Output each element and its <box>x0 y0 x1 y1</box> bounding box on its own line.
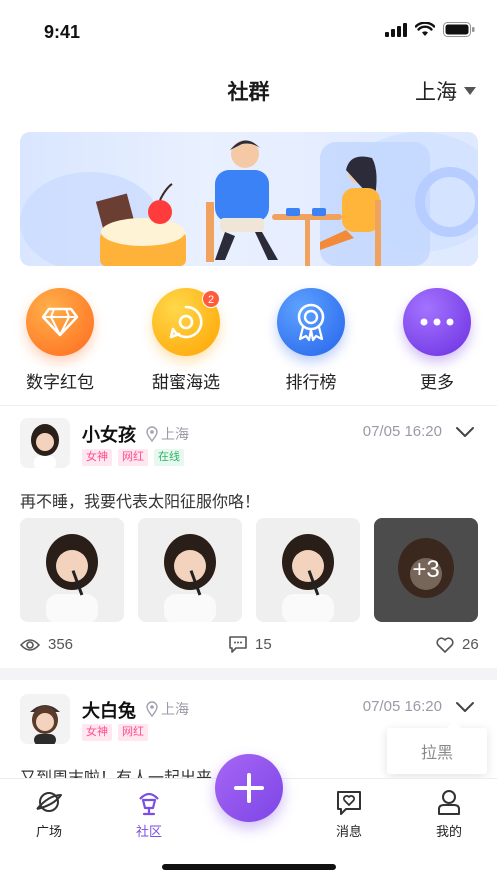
comments-count: 15 <box>255 636 272 653</box>
create-post-button[interactable] <box>215 754 283 822</box>
home-indicator <box>162 864 336 870</box>
post-text: 再不睡，我要代表太阳征服你咯！ <box>20 494 261 511</box>
tab-label: 广场 <box>35 824 62 839</box>
tag-list: 女神 网红 <box>82 724 148 741</box>
location-pin-icon <box>146 701 158 717</box>
quick-item-red-packet[interactable]: 数字红包 <box>5 288 115 393</box>
community-icon <box>139 792 159 816</box>
post-options-menu: 拉黑 <box>387 721 487 774</box>
tab-profile[interactable]: 我的 <box>419 787 479 840</box>
notification-badge: 2 <box>202 290 220 308</box>
nav-bar: 社群 上海 <box>0 60 497 120</box>
post-photo-more[interactable]: +3 <box>374 518 478 622</box>
caret-down-icon <box>464 87 476 95</box>
quick-item-sweet-pick[interactable]: 2 甜蜜海选 <box>131 288 241 393</box>
tab-label: 我的 <box>435 824 462 839</box>
chat-target-icon: 2 <box>152 288 220 356</box>
tag-influencer: 网红 <box>118 449 148 466</box>
block-user-option[interactable]: 拉黑 <box>421 739 453 763</box>
heart-icon <box>436 636 454 653</box>
location-text: 上海 <box>161 701 189 717</box>
post-location: 上海 <box>146 699 189 719</box>
quick-label: 数字红包 <box>26 373 94 392</box>
tab-label: 消息 <box>335 824 362 839</box>
profile-icon <box>438 790 460 815</box>
quick-label: 甜蜜海选 <box>152 373 220 392</box>
likes-stat[interactable]: 26 <box>436 636 479 653</box>
signal-icon <box>385 22 407 37</box>
tab-community[interactable]: 社区 <box>119 787 179 840</box>
status-icons <box>385 22 475 37</box>
section-divider <box>0 668 497 680</box>
tag-goddess: 女神 <box>82 449 112 466</box>
banner-illustration <box>20 132 478 266</box>
more-dots-icon <box>403 288 471 356</box>
post-author-name[interactable]: 大白兔 <box>82 697 136 723</box>
views-count: 356 <box>48 636 74 653</box>
wifi-icon <box>415 22 435 36</box>
tag-online: 在线 <box>154 449 184 466</box>
chevron-down-icon[interactable] <box>455 425 475 439</box>
quick-actions: 数字红包 2 甜蜜海选 排行榜 更多 <box>0 288 497 396</box>
avatar[interactable] <box>20 694 70 744</box>
views-stat: 356 <box>20 636 73 653</box>
diamond-icon <box>26 288 94 356</box>
post-time: 07/05 16:20 <box>362 698 442 715</box>
message-icon <box>337 791 361 815</box>
chevron-down-icon[interactable] <box>455 700 475 714</box>
city-label: 上海 <box>415 81 457 104</box>
more-photos-count: +3 <box>374 518 478 622</box>
quick-item-more[interactable]: 更多 <box>382 288 492 393</box>
medal-icon <box>277 288 345 356</box>
planet-icon <box>36 792 62 812</box>
location-text: 上海 <box>161 426 189 442</box>
post-stats: 356 15 26 <box>0 636 497 658</box>
post-location: 上海 <box>146 424 189 444</box>
banner[interactable] <box>20 132 478 266</box>
city-selector[interactable]: 上海 <box>415 76 477 106</box>
divider <box>0 405 497 406</box>
quick-item-ranking[interactable]: 排行榜 <box>256 288 366 393</box>
quick-label: 排行榜 <box>285 373 337 392</box>
post-photo[interactable] <box>138 518 242 622</box>
status-time: 9:41 <box>44 22 81 42</box>
tag-list: 女神 网红 在线 <box>82 449 184 466</box>
comment-icon <box>229 636 247 653</box>
tag-influencer: 网红 <box>118 724 148 741</box>
plus-icon <box>234 773 264 803</box>
location-pin-icon <box>146 426 158 442</box>
tab-messages[interactable]: 消息 <box>319 787 379 840</box>
battery-icon <box>443 22 475 37</box>
tag-goddess: 女神 <box>82 724 112 741</box>
post-photo[interactable] <box>256 518 360 622</box>
quick-label: 更多 <box>420 373 454 392</box>
likes-count: 26 <box>462 636 479 653</box>
photo-grid: +3 <box>20 518 478 622</box>
post-time: 07/05 16:20 <box>362 423 442 440</box>
tab-plaza[interactable]: 广场 <box>19 787 79 840</box>
avatar[interactable] <box>20 418 70 468</box>
tab-label: 社区 <box>135 824 162 839</box>
eye-icon <box>20 638 40 651</box>
status-bar: 9:41 <box>0 0 497 60</box>
post-photo[interactable] <box>20 518 124 622</box>
post-author-name[interactable]: 小女孩 <box>82 421 136 447</box>
comments-stat[interactable]: 15 <box>229 636 272 653</box>
